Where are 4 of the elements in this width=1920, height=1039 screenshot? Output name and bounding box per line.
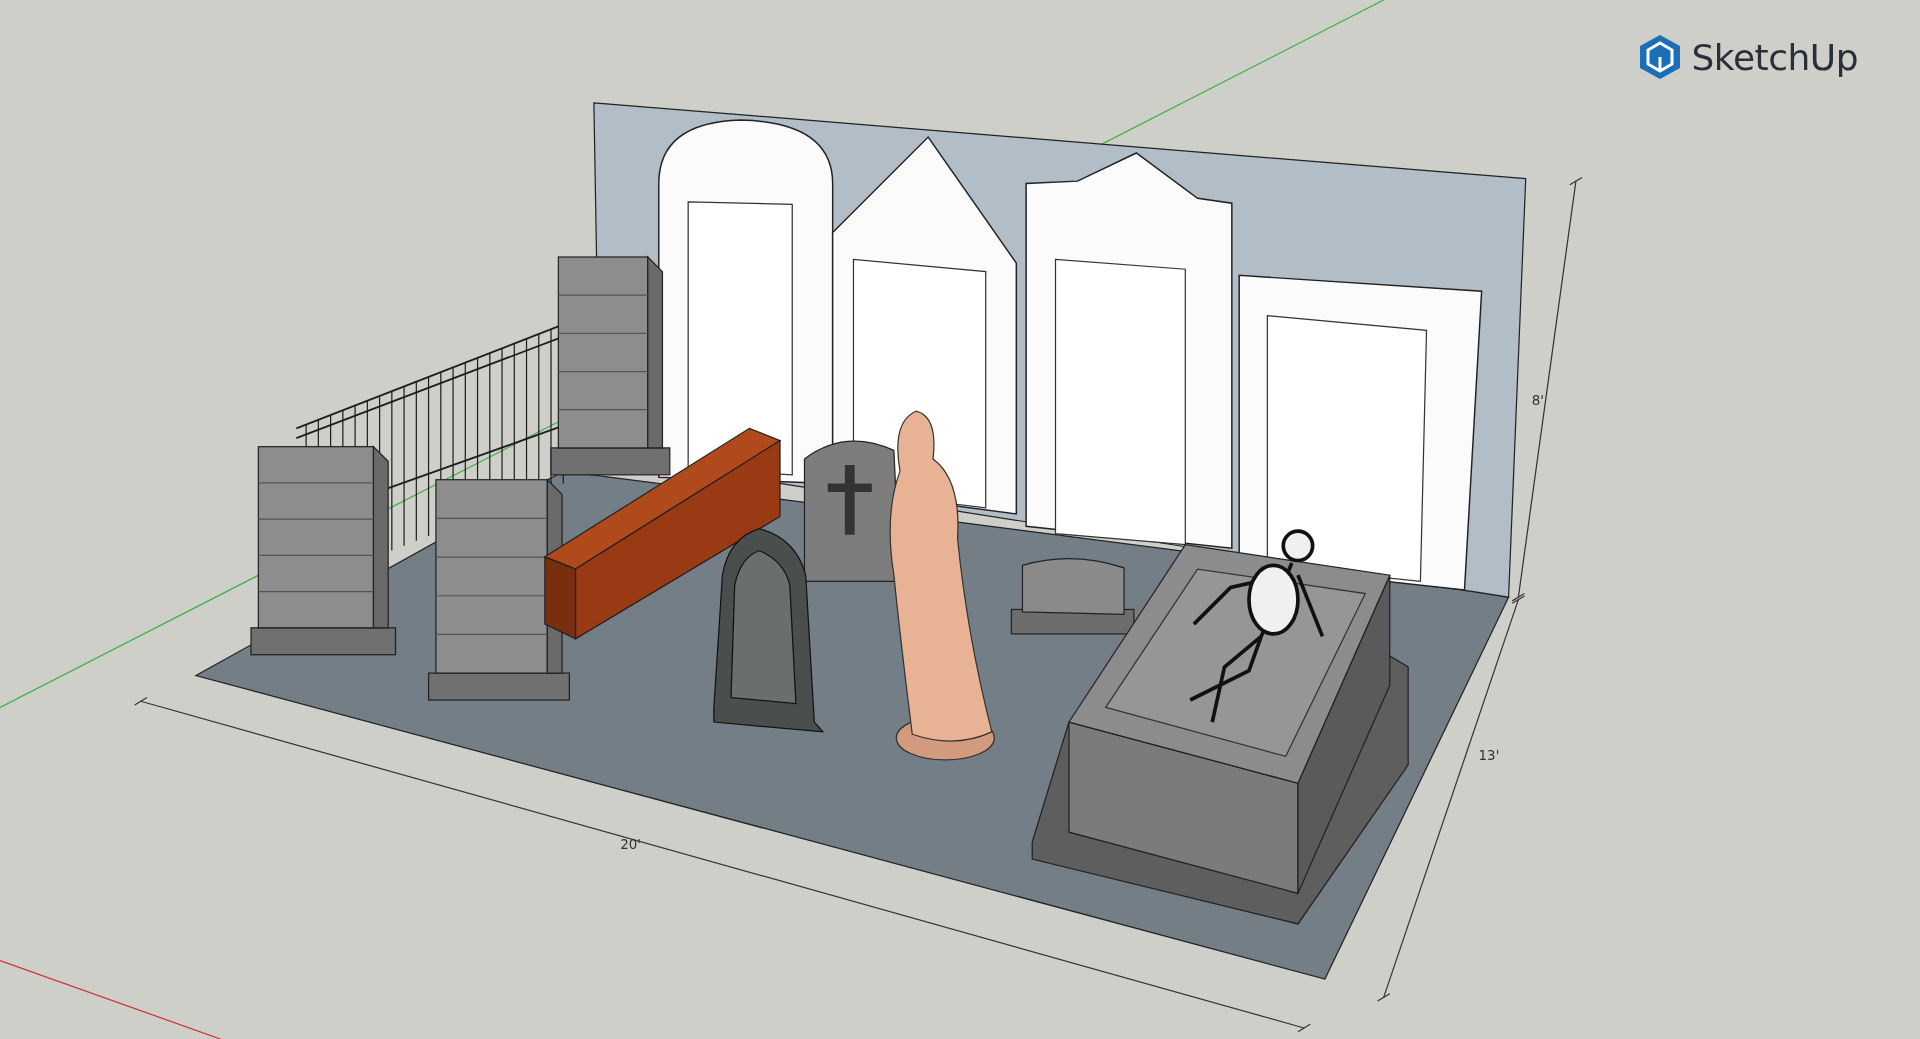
dimension-label: 13'	[1478, 748, 1500, 763]
dimension-label: 8'	[1531, 393, 1545, 409]
dimension-label: 20'	[620, 837, 642, 853]
logo-text: SketchUp	[1691, 36, 1858, 78]
